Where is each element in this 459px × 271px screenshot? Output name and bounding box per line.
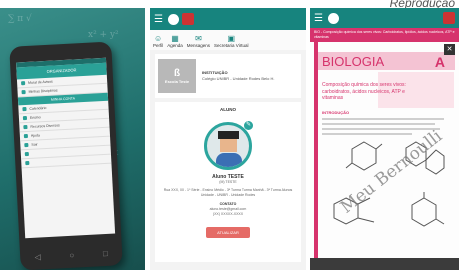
edit-photo-icon[interactable]: ✎ (244, 121, 253, 130)
app-header: ☰ (150, 8, 306, 30)
item-icon (21, 81, 26, 86)
avatar[interactable] (443, 12, 455, 24)
school-logo-icon: ß (173, 68, 181, 79)
menu-item-label: Ensino (29, 115, 41, 120)
nav-mensagens[interactable]: ✉ Mensagens (187, 34, 210, 48)
person-icon: ☺ (154, 34, 163, 43)
panel-profile-screen: ☰ ☺ Perfil ▦ Agenda ✉ Mensagens ▣ Secretaria… (150, 8, 306, 270)
panel-book-reader: ☰ BIO - Composição química dos seres viv… (310, 8, 459, 270)
molecule-diagram (411, 192, 445, 227)
subject-title: BIOLOGIA (322, 54, 385, 69)
background-doodle: x² + y² (88, 30, 119, 40)
item-icon (22, 115, 28, 121)
item-icon (24, 142, 29, 148)
student-heading: ALUNO (220, 107, 236, 112)
update-button[interactable]: ATUALIZAR (206, 227, 250, 238)
nav-secretaria[interactable]: ▣ Secretaria Virtual (214, 34, 248, 48)
student-card: ALUNO Aluno TESTE (M) TESTE Rua XXX, 00 … (155, 102, 301, 262)
item-icon (24, 151, 29, 157)
student-subtitle: (M) TESTE (219, 180, 237, 184)
menu-item-label: Recursos Diversos (30, 123, 60, 129)
back-icon[interactable]: ◁ (34, 252, 41, 261)
institution-info: INSTITUIÇÃO Colégio UNIBR - Unidade Rode… (202, 70, 274, 82)
app-logo-icon (167, 13, 179, 25)
school-logo: ß Escola Teste (158, 59, 196, 93)
institution-detail: Colégio UNIBR - Unidade Rodes Belo H. (202, 76, 275, 81)
nav-perfil[interactable]: ☺ Perfil (153, 34, 163, 48)
photo-torso (216, 153, 242, 167)
page-margin-stripe (314, 42, 318, 270)
hamburger-menu-icon[interactable]: ☰ (314, 13, 323, 24)
panel-phone-photo: ∑ π √ x² + y² ∫ dx ORGANIZADOR Mural de … (0, 8, 145, 270)
app-logo-icon (327, 12, 339, 24)
reader-toolbar (310, 258, 459, 270)
student-photo[interactable] (204, 122, 252, 170)
photo-hair (218, 131, 239, 139)
item-icon (25, 160, 30, 166)
phone-device: ORGANIZADOR Mural de Avisos Minhas Disci… (9, 41, 123, 270)
profile-nav: ☺ Perfil ▦ Agenda ✉ Mensagens ▣ Secretaria V… (150, 30, 306, 50)
student-phone: (XX) XXXXX-XXXX (212, 212, 244, 216)
institution-card: ß Escola Teste INSTITUIÇÃO Colégio UNIBR… (155, 54, 301, 98)
item-icon (21, 90, 26, 95)
phone-nav-bar: ◁ ○ □ (20, 248, 122, 262)
menu-item-label: Mural de Avisos (28, 79, 53, 85)
school-logo-text: Escola Teste (164, 79, 190, 84)
book-page: BIOLOGIA A ✕ Composição química dos sere… (310, 42, 459, 270)
nav-agenda[interactable]: ▦ Agenda (167, 34, 183, 48)
nav-label: Perfil (153, 43, 164, 48)
student-info: Rua XXX, 00 - 1º Série - Ensino Médio - … (163, 188, 293, 197)
breadcrumb: BIO - Composição química dos seres vivos… (310, 28, 459, 42)
hamburger-menu-icon[interactable]: ☰ (154, 14, 163, 25)
phone-screen: ORGANIZADOR Mural de Avisos Minhas Disci… (16, 57, 116, 239)
chapter-title: Composição química dos seres vivos: carb… (322, 82, 406, 101)
nav-label: Agenda (167, 43, 183, 48)
nav-label: Secretaria Virtual (214, 43, 249, 48)
section-heading: INTRODUÇÃO (322, 110, 350, 115)
menu-item-label: Ajuda (30, 133, 40, 138)
office-icon: ▣ (227, 34, 236, 43)
menu-item-label: Sair (31, 142, 38, 147)
home-icon[interactable]: ○ (69, 251, 74, 260)
calendar-icon: ▦ (171, 34, 179, 43)
background-doodle: ∑ π √ (8, 14, 32, 24)
avatar[interactable] (181, 13, 194, 25)
item-icon (22, 107, 27, 112)
recent-apps-icon[interactable]: □ (103, 249, 108, 258)
mail-icon: ✉ (195, 34, 202, 43)
nav-label: Mensagens (186, 43, 211, 48)
item-icon (23, 133, 29, 139)
item-icon (23, 124, 28, 130)
menu-item-label: Minhas Disciplinas (28, 88, 58, 94)
app-header: ☰ (310, 8, 459, 28)
volume-letter: A (434, 54, 445, 70)
close-icon[interactable]: ✕ (444, 44, 455, 55)
menu-item-label: Calendário (29, 105, 47, 111)
